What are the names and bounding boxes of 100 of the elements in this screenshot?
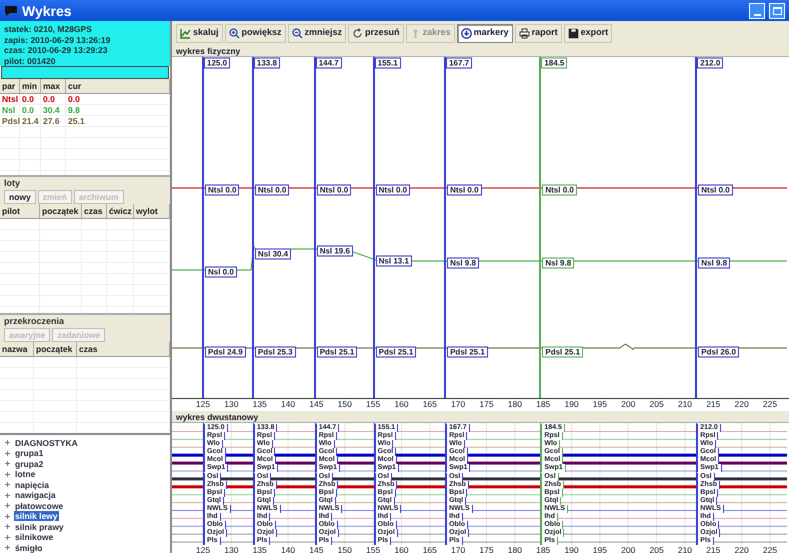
axis-tick-label: 195 [592,399,607,409]
tree-item[interactable]: grupa1 [14,448,44,458]
marker-line[interactable] [695,57,698,398]
marker-reading-label: Nsl 9.8 [542,258,574,268]
marker-reading-label: Ntsl 0.0 [205,184,240,196]
column-header[interactable]: czas [77,342,170,356]
marker-reading-label: Ntsl 0.0 [376,184,410,196]
axis-tick-label: 190 [564,545,579,553]
input-field[interactable] [1,66,169,78]
table-cell: 0.0 [41,94,66,104]
column-header[interactable]: wylot [134,204,170,218]
marker-reading-label: Ntsl 0.0 [447,184,482,196]
tree-item[interactable]: DIAGNOSTYKA [14,438,79,448]
marker-line[interactable] [374,423,375,545]
info-line: statek: 0210, M28GPS [4,24,93,34]
section-title: przekroczenia [3,314,66,328]
axis-tick-label: 205 [650,545,664,553]
axis-tick-label: 165 [422,545,437,553]
expander-icon[interactable] [4,460,11,468]
table-cell: Nsl [0,104,20,114]
axis-tick-label: 145 [309,545,324,553]
toolbar-button[interactable]: markery [456,24,513,42]
marker-line[interactable] [203,423,204,545]
marker-line[interactable] [202,57,204,398]
marker-line[interactable] [444,57,446,398]
tree-item[interactable]: silnikowe [14,532,54,542]
axis-tick-label: 200 [621,399,636,409]
expander-icon[interactable] [4,481,11,488]
axis-tick-label: 150 [338,545,352,553]
axis-tick-label: 155 [366,545,380,553]
marker-line[interactable] [252,423,254,545]
minimize-button[interactable] [749,2,765,18]
column-header[interactable]: ćwicz [107,204,134,218]
marker-reading-label: Pdsl 24.9 [205,346,246,358]
column-header[interactable]: par [0,78,20,92]
tree-item[interactable]: lotne [14,469,36,480]
table-cell: 0.0 [20,94,41,104]
expander-icon[interactable] [4,512,11,520]
tree-item[interactable]: śmigło [14,542,44,553]
axis-tick-label: 145 [309,399,324,409]
toolbar-button[interactable]: skaluj [176,24,223,42]
tree-item[interactable]: płatowcowe [14,500,64,511]
expander-icon[interactable] [4,523,11,530]
marker-reading-label: Pdsl 26.0 [698,346,739,358]
axis-tick-label: 225 [762,399,778,409]
axis-tick-label: 180 [508,399,522,409]
axis-tick-label: 130 [224,545,238,553]
table-cell: 0.0 [20,104,41,114]
column-header[interactable]: max [41,78,66,92]
expander-icon[interactable] [4,492,11,499]
marker-line[interactable] [540,423,542,545]
column-header[interactable]: pilot [0,204,40,218]
expander-icon[interactable] [4,450,11,457]
marker-line[interactable] [539,57,542,398]
tree-item[interactable]: silnik lewy [14,511,59,522]
expander-icon[interactable] [4,439,11,446]
expander-icon[interactable] [4,470,11,478]
axis-tick-label: 155 [366,399,380,409]
tree-item[interactable]: silnik prawy [14,522,65,532]
axis-tick-label: 195 [592,545,607,553]
expander-icon[interactable] [4,544,11,552]
toolbar-button[interactable]: powiększ [224,24,286,42]
axis-tick-label: 220 [734,399,749,409]
marker-line[interactable] [314,57,316,398]
toolbar-button[interactable]: zmniejsz [288,24,346,42]
column-header[interactable]: cur [66,78,170,92]
toolbar-button[interactable]: przesuń [348,24,404,42]
axis-tick-label: 135 [252,545,267,553]
column-header[interactable]: nazwa [0,342,34,356]
chart-icon [180,28,191,38]
marker-line[interactable] [252,57,254,398]
column-header[interactable]: początek [34,342,77,356]
marker-reading-label: Ntsl 0.0 [316,184,352,196]
marker-line[interactable] [372,57,375,398]
toolbar-button[interactable]: export [564,24,612,42]
marker-reading-label: Pdsl 25.1 [542,346,584,358]
marker-line[interactable] [314,423,316,545]
column-header[interactable]: czas [82,204,107,218]
axis-tick-label: 160 [394,399,409,409]
tree-item[interactable]: grupa2 [14,458,44,469]
toolbar-button[interactable]: raport [514,24,562,42]
marker-line[interactable] [445,423,446,545]
maximize-button[interactable] [769,2,785,18]
axis-tick-label: 210 [678,545,692,553]
marker-value-label: 133.8 [254,58,280,68]
column-header[interactable]: początek [40,204,82,218]
info-line: pilot: 001420 [4,56,56,66]
column-header[interactable]: min [20,78,41,92]
tree-item[interactable]: nawigacja [14,490,57,500]
axis-tick-label: 125 [196,545,210,553]
section-button[interactable]: nowy [4,190,36,204]
axis-tick-label: 210 [678,399,692,409]
marker-line[interactable] [696,423,698,545]
table-cell: 30.4 [41,104,66,114]
expander-icon[interactable] [4,534,11,541]
expander-icon[interactable] [4,502,11,510]
table-cell: Ntsl [0,94,20,104]
tree-item[interactable]: napięcia [14,480,50,490]
table-cell: 0.0 [66,94,170,104]
table-cell: 21.4 [20,116,41,126]
